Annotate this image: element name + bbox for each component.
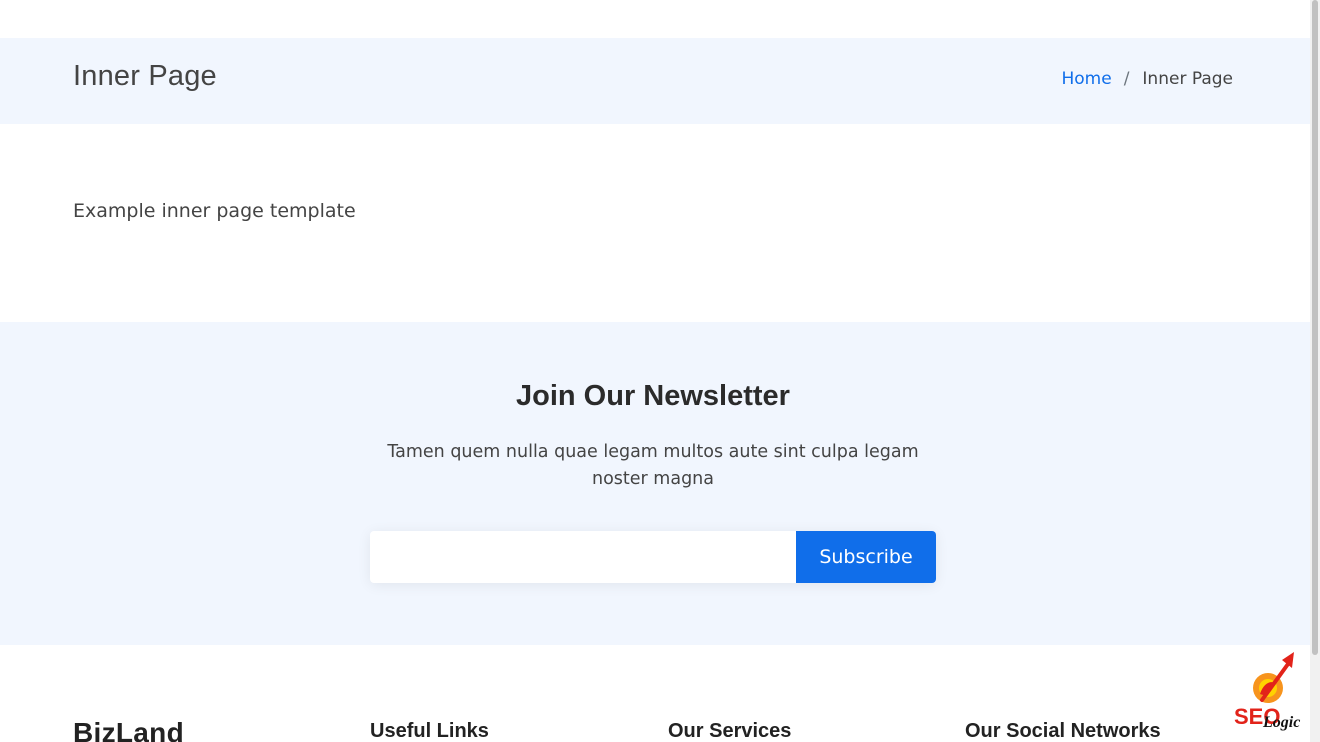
breadcrumb: Home / Inner Page [1061, 69, 1233, 89]
breadcrumb-separator: / [1123, 69, 1130, 89]
footer-heading-services: Our Services [668, 720, 792, 742]
seo-logic-logo-icon: SEO Logic [1234, 652, 1300, 731]
header-strip [0, 0, 1310, 38]
breadcrumbs-section: Inner Page Home / Inner Page [0, 38, 1310, 124]
footer-heading-useful-links: Useful Links [370, 720, 489, 742]
breadcrumb-item-current: Inner Page [1142, 69, 1233, 89]
newsletter-email-input[interactable] [370, 531, 796, 583]
subscribe-button[interactable]: Subscribe [796, 531, 936, 583]
footer-brand-logo[interactable]: BizLand [73, 717, 184, 742]
newsletter-title: Join Our Newsletter [516, 380, 790, 412]
footer-heading-social: Our Social Networks [965, 720, 1161, 742]
page-content-text: Example inner page template [73, 200, 356, 222]
newsletter-description: Tamen quem nulla quae legam multos aute … [387, 442, 919, 489]
page-scrollbar[interactable] [1310, 0, 1320, 742]
footer-top: BizLand Useful Links Our Services Our So… [0, 645, 1310, 742]
page-viewport: Inner Page Home / Inner Page Example inn… [0, 0, 1310, 742]
page: Inner Page Home / Inner Page Example inn… [0, 0, 1320, 742]
scrollbar-thumb[interactable] [1312, 0, 1318, 655]
newsletter-section: Join Our Newsletter Tamen quem nulla qua… [0, 322, 1310, 645]
seo-logic-watermark-logo: SEO Logic [1232, 650, 1312, 732]
breadcrumb-home-link[interactable]: Home [1061, 69, 1111, 89]
breadcrumb-item-home[interactable]: Home [1061, 69, 1111, 89]
svg-text:Logic: Logic [1262, 714, 1300, 731]
newsletter-form: Subscribe [370, 531, 936, 583]
page-title: Inner Page [73, 60, 217, 92]
